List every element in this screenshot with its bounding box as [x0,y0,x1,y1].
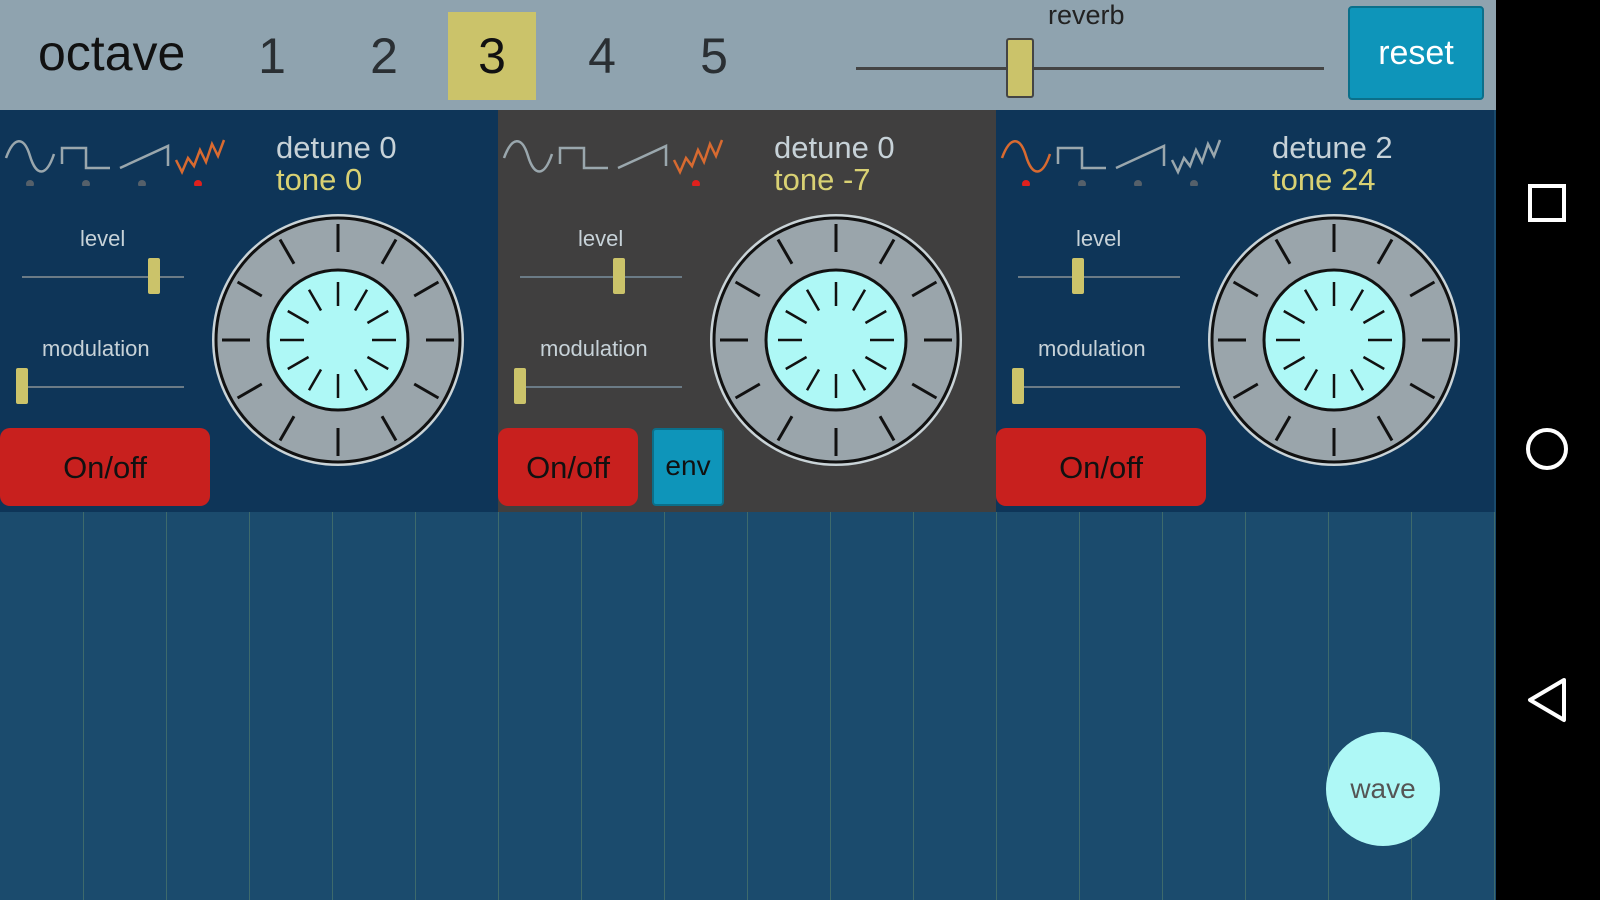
wave-button[interactable]: wave [1326,732,1440,846]
oscillator-panel-1: detune 0 tone 0 level modulation On/off [0,110,498,512]
reset-button[interactable]: reset [1348,6,1484,100]
saw-wave-icon[interactable] [1115,144,1166,170]
octave-5-button[interactable]: 5 [670,12,758,100]
waveform-selector[interactable] [500,126,730,186]
back-icon[interactable] [1524,676,1572,724]
tone-readout: tone -7 [774,162,871,197]
modulation-label: modulation [540,336,648,361]
level-label: level [1076,226,1122,251]
noise-wave-icon[interactable] [672,139,724,175]
wave-dot-noise [1190,180,1198,186]
wave-dot-square [82,180,90,186]
waveform-selector[interactable] [998,126,1228,186]
synth-app: octave 1 2 3 4 5 reverb reset detune 0 t… [0,0,1496,900]
key-separator [1328,512,1329,900]
key-separator [830,512,831,900]
sine-wave-icon[interactable] [502,140,554,173]
octave-label: octave [38,25,186,81]
modulation-slider-track[interactable] [22,386,184,388]
waveform-selector[interactable] [2,126,232,186]
reverb-slider-thumb[interactable] [1005,38,1034,98]
home-icon[interactable] [1524,426,1572,474]
key-separator [581,512,582,900]
octave-4-button[interactable]: 4 [558,12,646,100]
knob-graphic [710,214,962,466]
key-separator [1494,512,1495,900]
tuning-knob[interactable] [1204,210,1464,470]
octave-2-button[interactable]: 2 [340,12,428,100]
reverb-slider-track[interactable] [856,67,1324,70]
key-separator [83,512,84,900]
level-slider-thumb[interactable] [1072,258,1084,294]
wave-dot-saw [1134,180,1142,186]
tone-readout: tone 0 [276,162,363,197]
modulation-slider-track[interactable] [520,386,682,388]
square-wave-icon[interactable] [60,146,110,170]
wave-dot-square [1078,180,1086,186]
reverb-label: reverb [1048,0,1125,30]
modulation-slider-thumb[interactable] [16,368,28,404]
key-separator [1411,512,1412,900]
key-separator [415,512,416,900]
detune-readout: detune 2 [1272,130,1393,165]
tuning-knob[interactable] [208,210,468,470]
sine-wave-icon[interactable] [1000,140,1052,173]
level-slider-thumb[interactable] [148,258,160,294]
detune-readout: detune 0 [276,130,397,165]
env-button[interactable]: env [652,428,724,506]
knob-graphic [212,214,464,466]
noise-wave-icon[interactable] [174,139,226,175]
modulation-slider-thumb[interactable] [1012,368,1024,404]
wave-dot-noise-selected [692,180,700,186]
android-navigation-bar [1496,0,1600,900]
detune-readout: detune 0 [774,130,895,165]
octave-3-button[interactable]: 3 [448,12,536,100]
level-slider-thumb[interactable] [613,258,625,294]
modulation-slider-thumb[interactable] [514,368,526,404]
keyboard-area[interactable] [0,512,1496,900]
recents-icon[interactable] [1524,180,1572,228]
wave-dot-noise-selected [194,180,202,186]
square-wave-icon[interactable] [558,146,608,170]
level-slider-track[interactable] [520,276,682,278]
saw-wave-icon[interactable] [119,144,170,170]
key-separator [332,512,333,900]
oscillator-panel-2: detune 0 tone -7 level modulation On/off… [498,110,996,512]
wave-dot-sine-selected [1022,180,1030,186]
level-label: level [80,226,126,251]
key-separator [249,512,250,900]
wave-dot-sine [26,180,34,186]
oscillator-panel-3: detune 2 tone 24 level modulation On/off [996,110,1494,512]
key-separator [664,512,665,900]
key-separator [996,512,997,900]
onoff-button[interactable]: On/off [0,428,210,506]
knob-graphic [1208,214,1460,466]
modulation-slider-track[interactable] [1018,386,1180,388]
key-separator [1245,512,1246,900]
noise-wave-icon[interactable] [1170,139,1222,175]
key-separator [747,512,748,900]
key-separator [498,512,499,900]
tone-readout: tone 24 [1272,162,1376,197]
modulation-label: modulation [1038,336,1146,361]
key-separator [166,512,167,900]
level-label: level [578,226,624,251]
saw-wave-icon[interactable] [617,144,668,170]
onoff-button[interactable]: On/off [996,428,1206,506]
key-separator [1162,512,1163,900]
key-separator [913,512,914,900]
square-wave-icon[interactable] [1056,146,1106,170]
top-bar: octave 1 2 3 4 5 reverb reset [0,0,1496,110]
level-slider-track[interactable] [1018,276,1180,278]
key-separator [1079,512,1080,900]
sine-wave-icon[interactable] [4,140,56,173]
tuning-knob[interactable] [706,210,966,470]
octave-1-button[interactable]: 1 [228,12,316,100]
onoff-button[interactable]: On/off [498,428,638,506]
modulation-label: modulation [42,336,150,361]
wave-dot-saw [138,180,146,186]
